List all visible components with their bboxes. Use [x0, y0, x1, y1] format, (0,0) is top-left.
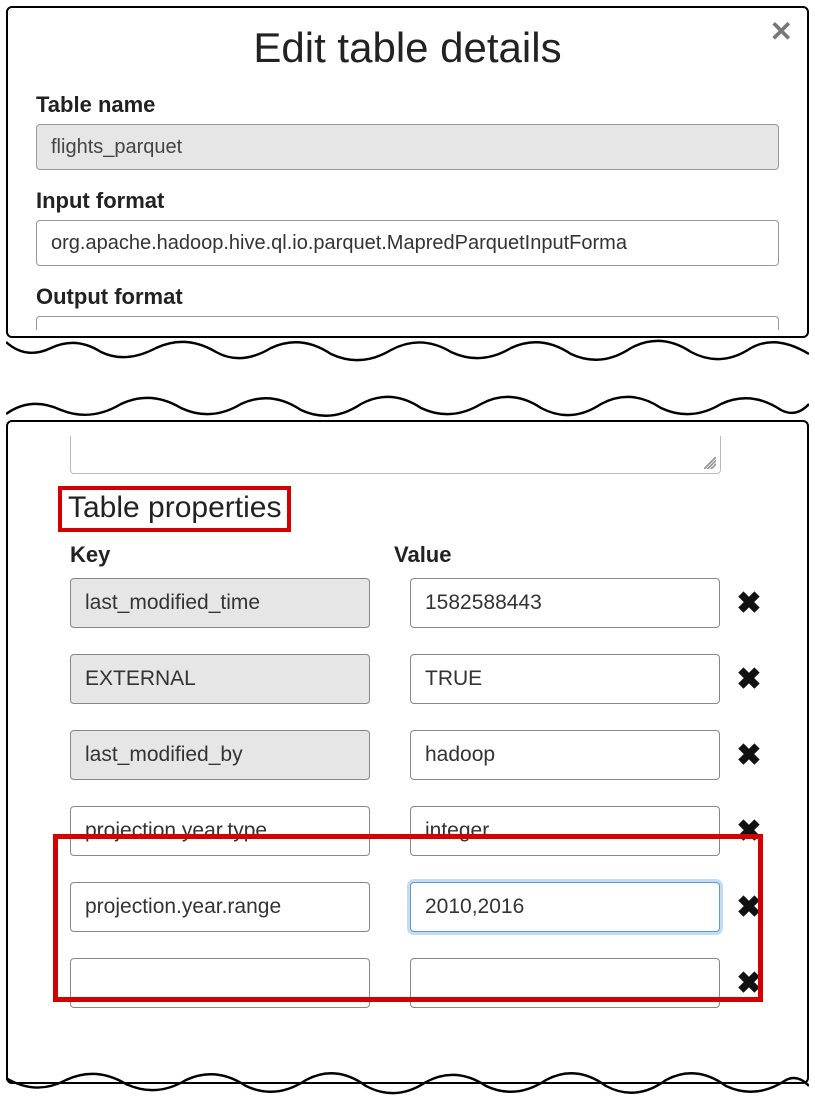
output-format-label: Output format	[36, 284, 779, 310]
delete-row-icon[interactable]: ✖	[734, 814, 764, 849]
output-format-input-partial	[36, 316, 779, 330]
torn-edge-icon	[6, 390, 809, 420]
property-key-input[interactable]	[70, 578, 370, 628]
property-value-input[interactable]	[410, 654, 720, 704]
delete-row-icon[interactable]: ✖	[734, 966, 764, 1001]
property-key-input[interactable]	[70, 806, 370, 856]
torn-edge-icon	[6, 338, 809, 368]
property-value-input[interactable]	[410, 806, 720, 856]
table-name-label: Table name	[36, 92, 779, 118]
column-header-value: Value	[394, 542, 714, 568]
delete-row-icon[interactable]: ✖	[734, 738, 764, 773]
delete-row-icon[interactable]: ✖	[734, 586, 764, 621]
table-properties-header: Key Value	[70, 542, 787, 568]
table-property-row: ✖	[70, 958, 787, 1008]
property-value-input[interactable]	[410, 730, 720, 780]
field-table-name: Table name	[36, 92, 779, 170]
field-output-format: Output format	[36, 284, 779, 330]
table-property-row: ✖	[70, 806, 787, 856]
table-property-row: ✖	[70, 654, 787, 704]
table-property-row: ✖	[70, 578, 787, 628]
field-input-format: Input format	[36, 188, 779, 266]
textarea-resizer-stub[interactable]	[70, 436, 721, 474]
delete-row-icon[interactable]: ✖	[734, 662, 764, 697]
modal-title: Edit table details	[36, 24, 779, 72]
property-key-input[interactable]	[70, 882, 370, 932]
table-properties-heading: Table properties	[58, 486, 291, 532]
torn-edge-icon	[6, 1070, 809, 1100]
table-property-row: ✖	[70, 882, 787, 932]
property-key-input[interactable]	[70, 730, 370, 780]
input-format-input[interactable]	[36, 220, 779, 266]
column-header-key: Key	[70, 542, 394, 568]
edit-table-modal-bottom: Table properties Key Value ✖ ✖ ✖ ✖	[6, 420, 809, 1084]
close-icon[interactable]: ✕	[770, 18, 793, 46]
table-name-input[interactable]	[36, 124, 779, 170]
property-value-input[interactable]	[410, 882, 720, 932]
input-format-label: Input format	[36, 188, 779, 214]
property-key-input[interactable]	[70, 958, 370, 1008]
property-value-input[interactable]	[410, 958, 720, 1008]
delete-row-icon[interactable]: ✖	[734, 890, 764, 925]
property-key-input[interactable]	[70, 654, 370, 704]
property-value-input[interactable]	[410, 578, 720, 628]
table-property-row: ✖	[70, 730, 787, 780]
edit-table-modal-top: ✕ Edit table details Table name Input fo…	[6, 6, 809, 338]
